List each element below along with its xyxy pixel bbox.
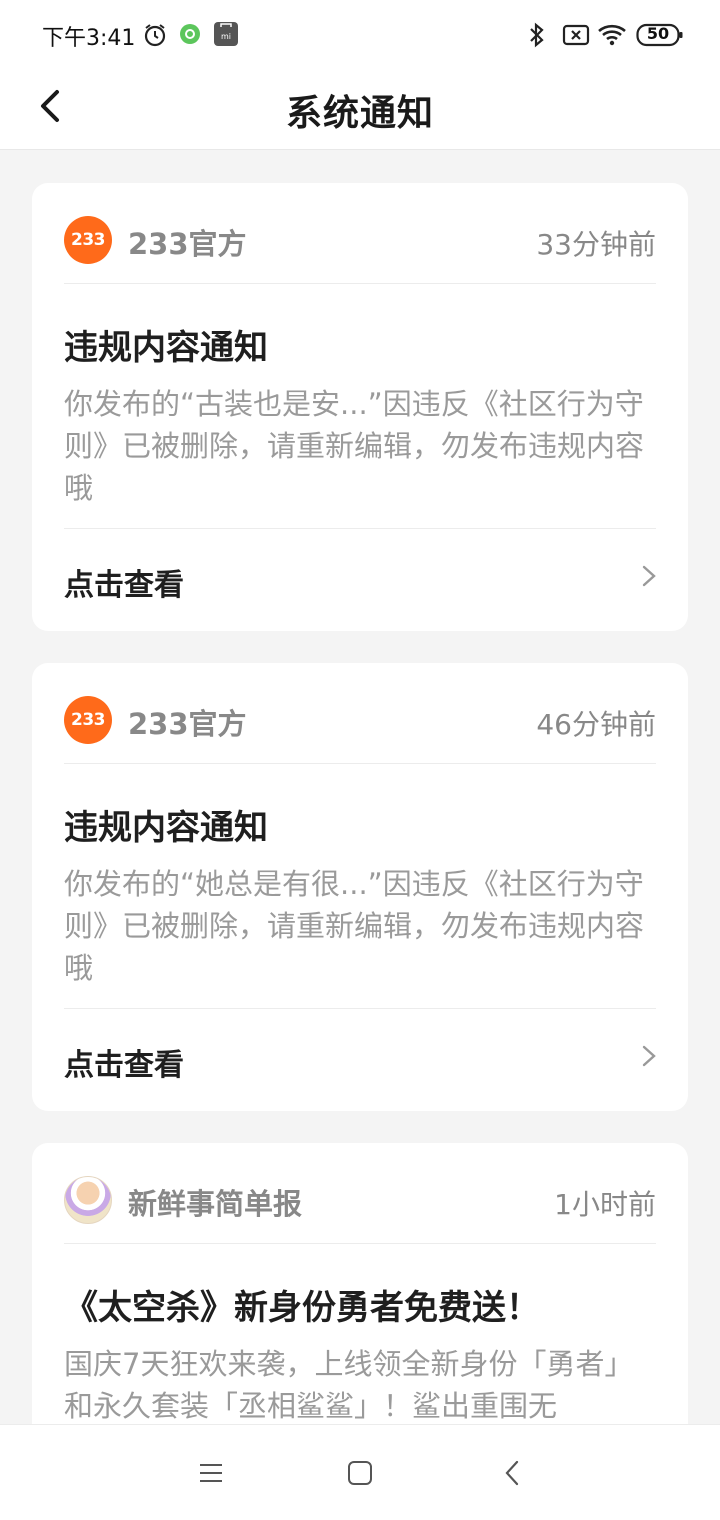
avatar[interactable]: 233 [64,216,112,264]
avatar[interactable] [64,1176,112,1224]
sim-off-icon [562,24,590,50]
divider [64,1008,656,1009]
mi-store-icon: mi [213,21,239,51]
back-icon [505,1460,519,1486]
divider [64,763,656,764]
nav-back-button[interactable] [488,1449,536,1497]
sender-name: 新鲜事简单报 [128,1187,303,1221]
battery-icon: 50 [636,22,684,52]
menu-icon [200,1464,222,1482]
view-details-row[interactable]: 点击查看 [32,1010,688,1110]
alarm-icon [142,22,168,52]
notification-time: 33分钟前 [536,228,656,261]
notification-card: 233 233官方 33分钟前 违规内容通知 你发布的“古装也是安...”因违反… [32,183,688,631]
notification-title: 《太空杀》新身份勇者免费送！ [64,1288,540,1328]
notification-card[interactable]: 新鲜事简单报 1小时前 《太空杀》新身份勇者免费送！ 国庆7天狂欢来袭，上线领全… [32,1143,688,1443]
chevron-right-icon [642,565,656,587]
system-nav-bar [0,1424,720,1520]
divider [64,283,656,284]
notification-title: 违规内容通知 [64,328,268,368]
menu-button[interactable] [187,1449,235,1497]
svg-text:mi: mi [221,32,231,41]
view-details-row[interactable]: 点击查看 [32,530,688,630]
notification-body: 你发布的“她总是有很...”因违反《社区行为守则》已被删除，请重新编辑，勿发布违… [64,867,645,985]
home-icon [348,1461,372,1485]
app-notification-icon [179,23,201,49]
sender-name: 233官方 [128,227,247,261]
wifi-icon [597,22,629,52]
notification-header: 新鲜事简单报 1小时前 [64,1173,656,1224]
notification-body: 国庆7天狂欢来袭，上线领全新身份「勇者」和永久套装「丞相鲨鲨」！鲨出重围无 [64,1347,634,1423]
notification-time: 1小时前 [554,1188,656,1221]
notification-title: 违规内容通知 [64,808,268,848]
notification-card: 233 233官方 46分钟前 违规内容通知 你发布的“她总是有很...”因违反… [32,663,688,1111]
page-header: 系统通知 [0,68,720,150]
page-title: 系统通知 [285,93,434,134]
notification-header: 233 233官方 46分钟前 [64,693,656,744]
chevron-right-icon [642,1045,656,1067]
view-details-label: 点击查看 [64,1048,184,1083]
notification-time: 46分钟前 [536,708,656,741]
notification-body: 你发布的“古装也是安...”因违反《社区行为守则》已被删除，请重新编辑，勿发布违… [64,387,645,505]
view-details-label: 点击查看 [64,568,184,603]
sender-name: 233官方 [128,707,247,741]
battery-level: 50 [646,24,670,43]
bluetooth-icon [528,22,546,52]
notification-header: 233 233官方 33分钟前 [64,213,656,264]
avatar[interactable]: 233 [64,696,112,744]
divider [64,528,656,529]
home-button[interactable] [336,1449,384,1497]
status-bar: 下午3:41 mi 50 [0,0,720,68]
divider [64,1243,656,1244]
status-time: 下午3:41 [42,26,136,51]
